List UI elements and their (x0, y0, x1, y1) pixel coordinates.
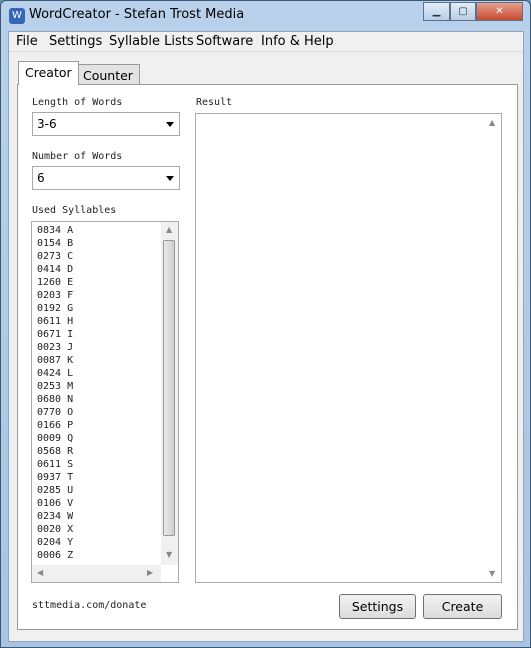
menu-syllable-lists[interactable]: Syllable Lists (109, 34, 194, 49)
syllable-item[interactable]: 0285 U (37, 485, 73, 496)
menu-info-help[interactable]: Info & Help (261, 34, 334, 49)
syllable-item[interactable]: 0414 D (37, 264, 73, 275)
syllable-item[interactable]: 0106 V (37, 498, 73, 509)
chevron-down-icon (166, 122, 174, 127)
scroll-down-icon[interactable]: ▼ (489, 569, 495, 578)
syllable-item[interactable]: 0834 A (37, 225, 73, 236)
horizontal-scrollbar[interactable]: ◀ ▶ (32, 565, 161, 582)
scroll-up-icon[interactable]: ▲ (166, 225, 172, 234)
menu-settings[interactable]: Settings (49, 34, 102, 49)
syllable-item[interactable]: 0166 P (37, 420, 73, 431)
create-button[interactable]: Create (423, 594, 502, 619)
syllable-item[interactable]: 0020 X (37, 524, 73, 535)
minimize-button[interactable]: ▁ (423, 2, 450, 21)
result-textarea[interactable]: ▲ ▼ (195, 113, 502, 583)
length-select[interactable]: 3-6 (32, 112, 180, 136)
syllable-item[interactable]: 0611 S (37, 459, 73, 470)
menu-software[interactable]: Software (196, 34, 253, 49)
length-value: 3-6 (37, 117, 57, 131)
number-select[interactable]: 6 (32, 166, 180, 190)
maximize-button[interactable]: ▢ (450, 2, 476, 21)
result-scrollbar[interactable]: ▲ ▼ (484, 114, 501, 582)
syllables-label: Used Syllables (32, 205, 117, 216)
menu-bar: File Settings Syllable Lists Software In… (9, 32, 523, 52)
syllable-item[interactable]: 0006 Z (37, 550, 73, 561)
chevron-down-icon (166, 176, 174, 181)
scrollbar-thumb[interactable] (163, 240, 175, 536)
syllable-item[interactable]: 0087 K (37, 355, 73, 366)
syllable-item[interactable]: 0937 T (37, 472, 73, 483)
number-label: Number of Words (32, 151, 123, 162)
scroll-right-icon[interactable]: ▶ (147, 568, 153, 577)
tab-creator[interactable]: Creator (18, 61, 79, 85)
scroll-up-icon[interactable]: ▲ (489, 118, 495, 127)
window-title: WordCreator - Stefan Trost Media (29, 7, 245, 22)
syllable-item[interactable]: 0154 B (37, 238, 73, 249)
scroll-left-icon[interactable]: ◀ (37, 568, 43, 577)
syllable-item[interactable]: 0203 F (37, 290, 73, 301)
syllable-item[interactable]: 0023 J (37, 342, 73, 353)
syllables-list[interactable]: ▲ ▼ ◀ ▶ 0834 A 0154 B 0273 C 0414 D 1260 E 0203… (31, 221, 179, 583)
syllable-item[interactable]: 0671 I (37, 329, 73, 340)
syllable-item[interactable]: 0424 L (37, 368, 73, 379)
syllable-item[interactable]: 0273 C (37, 251, 73, 262)
syllable-item[interactable]: 0009 Q (37, 433, 73, 444)
syllable-item[interactable]: 0192 G (37, 303, 73, 314)
syllable-item[interactable]: 0568 R (37, 446, 73, 457)
vertical-scrollbar[interactable]: ▲ ▼ (161, 222, 178, 565)
client-area: File Settings Syllable Lists Software In… (8, 31, 524, 642)
syllable-item[interactable]: 0611 H (37, 316, 73, 327)
settings-button[interactable]: Settings (339, 594, 416, 619)
donate-link[interactable]: sttmedia.com/donate (32, 600, 146, 611)
result-label: Result (196, 97, 233, 108)
tab-counter[interactable]: Counter (76, 64, 140, 84)
syllable-item[interactable]: 0770 O (37, 407, 73, 418)
close-button[interactable]: ✕ (476, 2, 523, 21)
syllable-item[interactable]: 1260 E (37, 277, 73, 288)
syllable-item[interactable]: 0234 W (37, 511, 73, 522)
number-value: 6 (37, 171, 45, 185)
scroll-down-icon[interactable]: ▼ (166, 550, 172, 559)
menu-file[interactable]: File (16, 34, 38, 49)
window: W WordCreator - Stefan Trost Media ▁ ▢ ✕… (0, 0, 531, 648)
syllable-item[interactable]: 0253 M (37, 381, 73, 392)
syllable-item[interactable]: 0680 N (37, 394, 73, 405)
app-icon: W (9, 8, 25, 24)
length-label: Length of Words (32, 97, 123, 108)
syllable-item[interactable]: 0204 Y (37, 537, 73, 548)
